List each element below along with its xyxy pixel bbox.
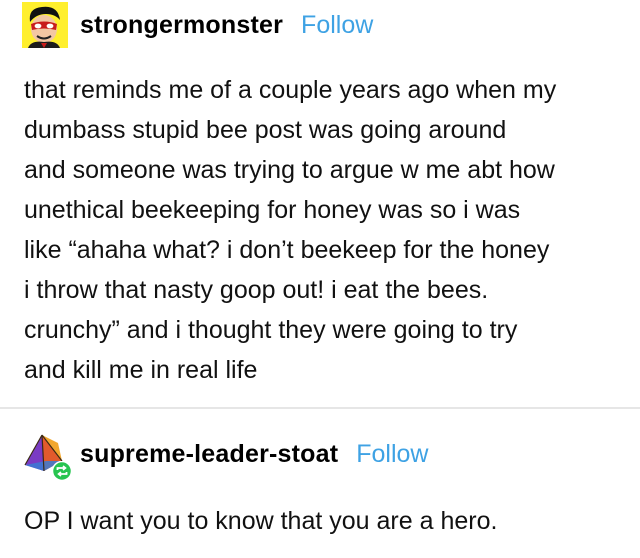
post-header: supreme-leader-stoat Follow (22, 431, 429, 481)
post-strongermonster: strongermonster Follow that reminds me o… (0, 0, 640, 408)
avatar-image (22, 2, 68, 48)
post-body: that reminds me of a couple years ago wh… (24, 70, 624, 390)
username[interactable]: supreme-leader-stoat (80, 440, 338, 469)
post-body-line: that reminds me of a couple years ago wh… (24, 76, 557, 104)
pyramid-avatar-icon[interactable] (22, 431, 72, 481)
post-body-line: OP I want you to know that you are a her… (24, 507, 498, 535)
post-body-line: and someone was trying to argue w me abt… (24, 156, 555, 184)
post-body-line: dumbass stupid bee post was going around (24, 116, 507, 144)
post-body-line: crunchy” and i thought they were going t… (24, 316, 518, 344)
post-body-line: unethical beekeeping for honey was so i … (24, 196, 521, 224)
username[interactable]: strongermonster (80, 11, 283, 40)
post-body-line: i throw that nasty goop out! i eat the b… (24, 276, 489, 304)
post-header: strongermonster Follow (22, 2, 373, 48)
cartoon-avatar-icon[interactable] (22, 2, 68, 48)
follow-button[interactable]: Follow (301, 11, 373, 40)
post-supreme-leader-stoat: supreme-leader-stoat Follow OP I want yo… (0, 409, 640, 558)
post-body-line: like “ahaha what? i don’t beekeep for th… (24, 236, 550, 264)
post-body-line: and kill me in real life (24, 356, 258, 384)
reblog-icon (52, 461, 72, 481)
post-body: OP I want you to know that you are a her… (24, 501, 624, 541)
follow-button[interactable]: Follow (356, 440, 428, 469)
